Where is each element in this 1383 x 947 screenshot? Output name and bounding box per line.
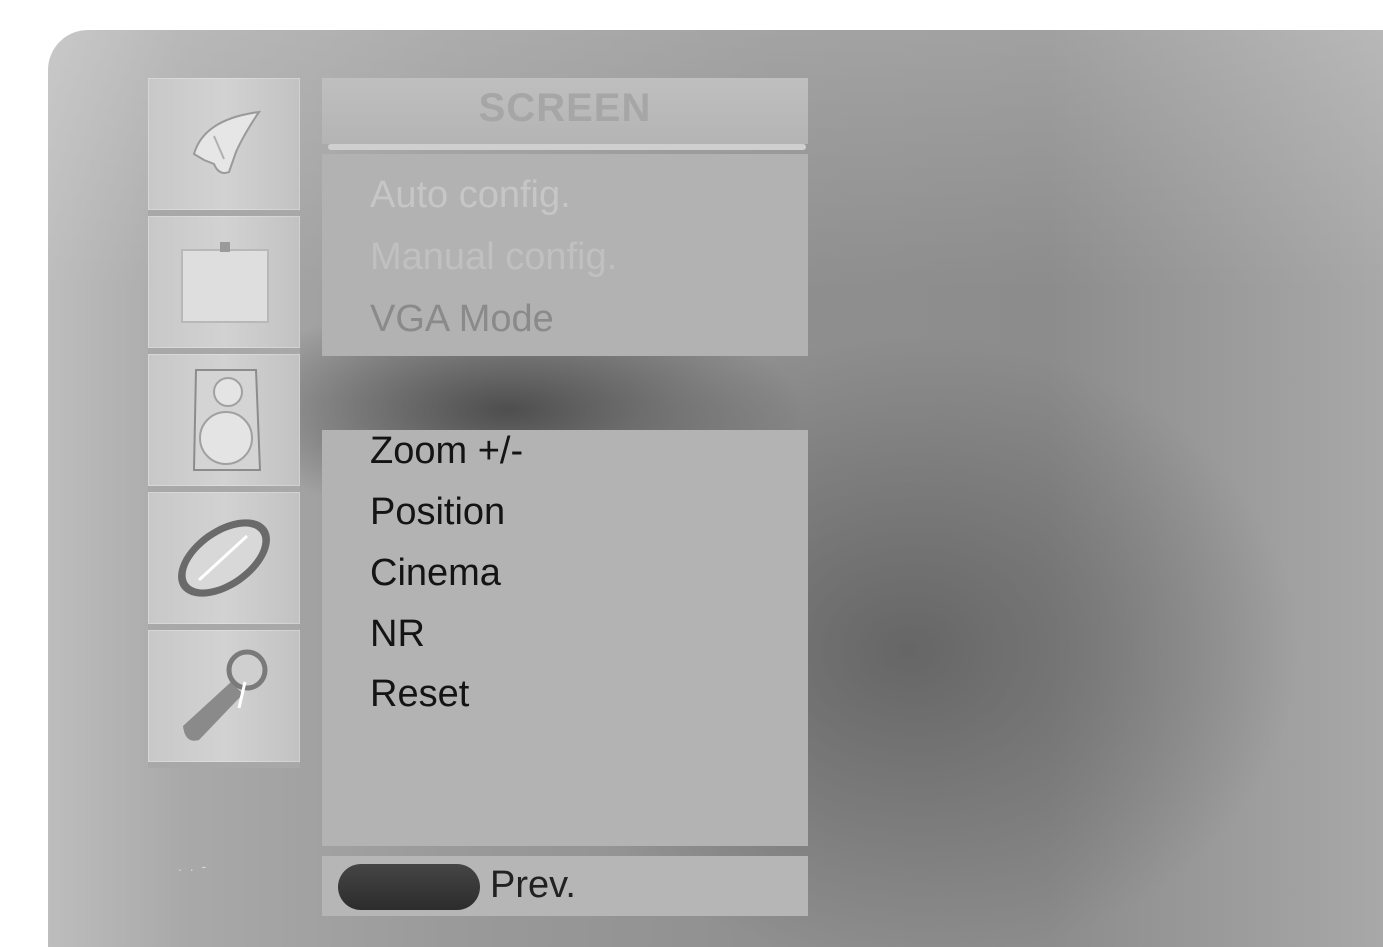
satellite-dish-icon <box>148 78 300 210</box>
picture-icon <box>148 216 300 348</box>
prev-button[interactable] <box>338 864 480 910</box>
key-icon <box>148 630 300 762</box>
menu-item-auto-config[interactable]: Auto config. <box>370 174 571 217</box>
sidebar-divider <box>148 762 300 768</box>
page-title: SCREEN <box>478 86 652 130</box>
header-divider <box>328 144 806 150</box>
menu-item-manual-config[interactable]: Manual config. <box>370 236 617 279</box>
sidebar-item-sound[interactable] <box>148 354 300 486</box>
prev-label: Prev. <box>490 864 576 906</box>
menu-main-panel: Zoom +/- Position Cinema NR Reset <box>322 430 808 846</box>
menu-item-zoom[interactable]: Zoom +/- <box>370 430 523 473</box>
speaker-icon <box>148 354 300 486</box>
menu-footer: Prev. <box>322 856 808 916</box>
menu-top-panel: Auto config. Manual config. VGA Mode <box>322 154 808 356</box>
menu-item-position[interactable]: Position <box>370 491 505 534</box>
sidebar-item-time[interactable] <box>148 492 300 624</box>
clock-icon <box>148 492 300 624</box>
tv-screen: . . - SCREEN Auto config. Manual config.… <box>48 30 1383 947</box>
sidebar-item-station[interactable] <box>148 78 300 210</box>
menu-item-cinema[interactable]: Cinema <box>370 552 501 595</box>
sidebar <box>148 78 300 788</box>
menu-item-vga-mode[interactable]: VGA Mode <box>370 298 554 341</box>
menu-item-nr[interactable]: NR <box>370 613 425 656</box>
menu-item-reset[interactable]: Reset <box>370 673 469 716</box>
sidebar-item-special[interactable] <box>148 630 300 762</box>
sidebar-item-picture[interactable] <box>148 216 300 348</box>
menu-header: SCREEN <box>322 78 808 144</box>
decorative-dots: . . - <box>178 858 209 874</box>
